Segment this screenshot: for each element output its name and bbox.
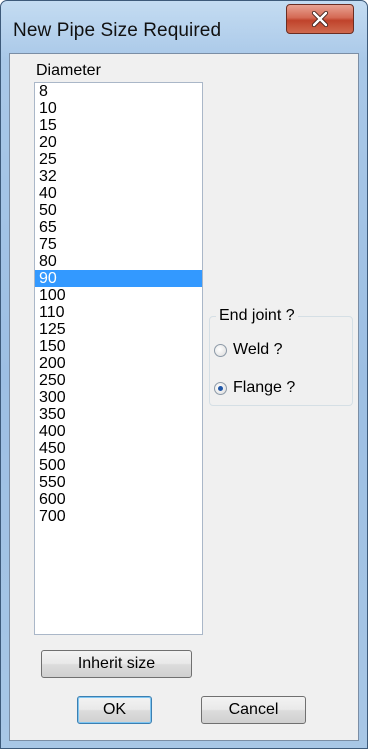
diameter-list-item[interactable]: 20	[35, 134, 202, 151]
diameter-list-item[interactable]: 400	[35, 423, 202, 440]
diameter-list-item[interactable]: 15	[35, 117, 202, 134]
title-bar: New Pipe Size Required	[1, 1, 367, 53]
diameter-list-item[interactable]: 150	[35, 338, 202, 355]
diameter-list-item[interactable]: 550	[35, 474, 202, 491]
weld-label: Weld ?	[233, 341, 283, 358]
diameter-label: Diameter	[36, 62, 101, 79]
diameter-list-item[interactable]: 40	[35, 185, 202, 202]
dialog-window: New Pipe Size Required Diameter 8 10 15 20 2…	[0, 0, 368, 749]
diameter-list-item[interactable]: 300	[35, 389, 202, 406]
diameter-list-item[interactable]: 50	[35, 202, 202, 219]
cancel-button[interactable]: Cancel	[201, 696, 306, 724]
close-icon	[311, 11, 329, 27]
diameter-list-item[interactable]: 350	[35, 406, 202, 423]
end-joint-title: End joint ?	[216, 307, 298, 325]
diameter-list-item[interactable]: 250	[35, 372, 202, 389]
diameter-list-item[interactable]: 32	[35, 168, 202, 185]
diameter-list-item[interactable]: 10	[35, 100, 202, 117]
diameter-list-item[interactable]: 25	[35, 151, 202, 168]
diameter-list-item[interactable]: 700	[35, 508, 202, 525]
diameter-list-item[interactable]: 200	[35, 355, 202, 372]
diameter-list-item[interactable]: 80	[35, 253, 202, 270]
diameter-list-item[interactable]: 90	[35, 270, 202, 287]
end-joint-group: End joint ? Weld ? Flange ?	[209, 307, 353, 406]
ok-button[interactable]: OK	[77, 696, 152, 724]
flange-radio[interactable]	[214, 381, 227, 395]
diameter-list-item[interactable]: 500	[35, 457, 202, 474]
inherit-size-button[interactable]: Inherit size	[41, 650, 192, 678]
diameter-list-item[interactable]: 8	[35, 83, 202, 100]
diameter-list-item[interactable]: 65	[35, 219, 202, 236]
diameter-list-item[interactable]: 450	[35, 440, 202, 457]
weld-radio[interactable]	[214, 343, 227, 357]
window-title: New Pipe Size Required	[13, 20, 222, 41]
diameter-list-item[interactable]: 75	[35, 236, 202, 253]
diameter-list-item[interactable]: 600	[35, 491, 202, 508]
flange-option[interactable]: Flange ?	[214, 379, 295, 397]
flange-label: Flange ?	[233, 379, 296, 396]
diameter-list-item[interactable]: 100	[35, 287, 202, 304]
diameter-list-item[interactable]: 125	[35, 321, 202, 338]
diameter-list-item[interactable]: 110	[35, 304, 202, 321]
weld-option[interactable]: Weld ?	[214, 341, 283, 359]
dialog-client-area: Diameter 8 10 15 20 25 32 40 50 65 75 80 90 100 110 12…	[9, 53, 359, 741]
diameter-listbox[interactable]: 8 10 15 20 25 32 40 50 65 75 80 90 100 110 125 150 200 25…	[34, 82, 203, 635]
close-button[interactable]	[286, 4, 354, 34]
